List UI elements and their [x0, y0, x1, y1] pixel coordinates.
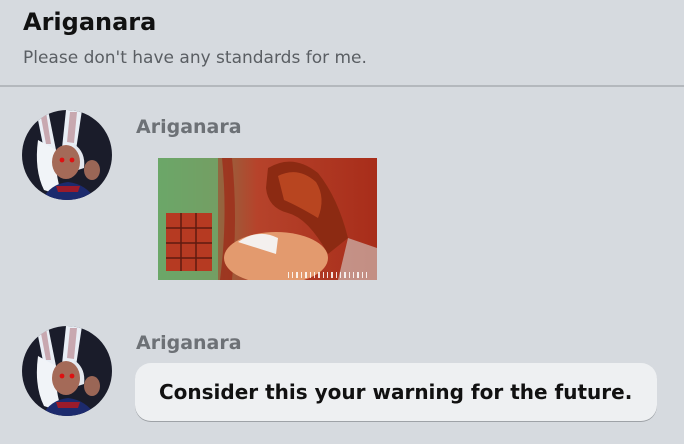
- attachment-image-icon: [158, 158, 377, 280]
- chat-title: Ariganara: [23, 8, 157, 36]
- message-bubble: Consider this your warning for the futur…: [135, 363, 657, 421]
- chat-subtitle: Please don't have any standards for me.: [23, 48, 367, 68]
- user-avatar[interactable]: [22, 110, 112, 200]
- message-sender[interactable]: Ariganara: [136, 332, 242, 354]
- user-avatar[interactable]: [22, 326, 112, 416]
- message-sender[interactable]: Ariganara: [136, 116, 242, 138]
- image-attachment[interactable]: [158, 158, 377, 280]
- message-text: Consider this your warning for the futur…: [159, 380, 633, 404]
- chat-header: Ariganara Please don't have any standard…: [0, 0, 684, 87]
